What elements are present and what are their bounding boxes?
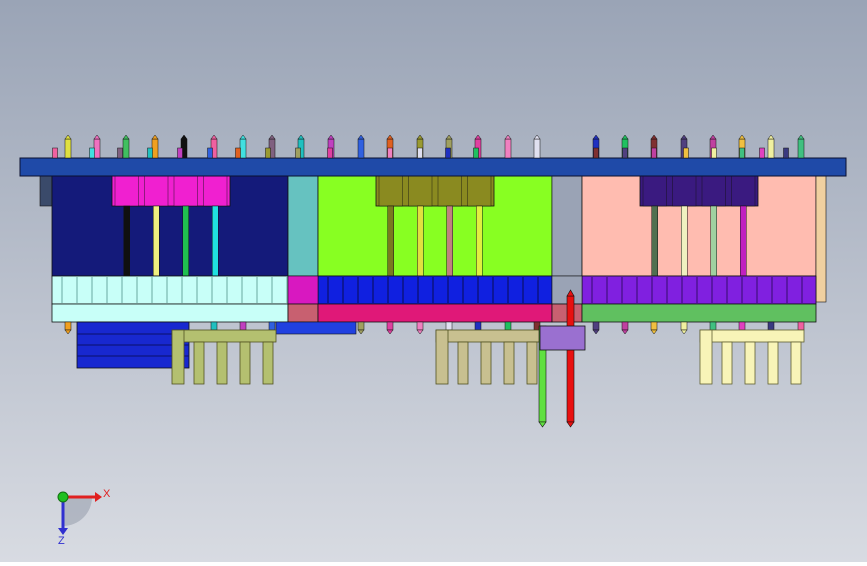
x-axis-head [95, 492, 102, 502]
triad-shadow [63, 497, 92, 526]
triad-origin [57, 491, 69, 503]
z-axis-label: Z [58, 535, 65, 547]
z-axis-head [58, 528, 68, 535]
cad-viewport[interactable]: X Z [0, 0, 867, 562]
view-triad: X Z [57, 488, 111, 547]
x-axis-label: X [103, 488, 111, 500]
